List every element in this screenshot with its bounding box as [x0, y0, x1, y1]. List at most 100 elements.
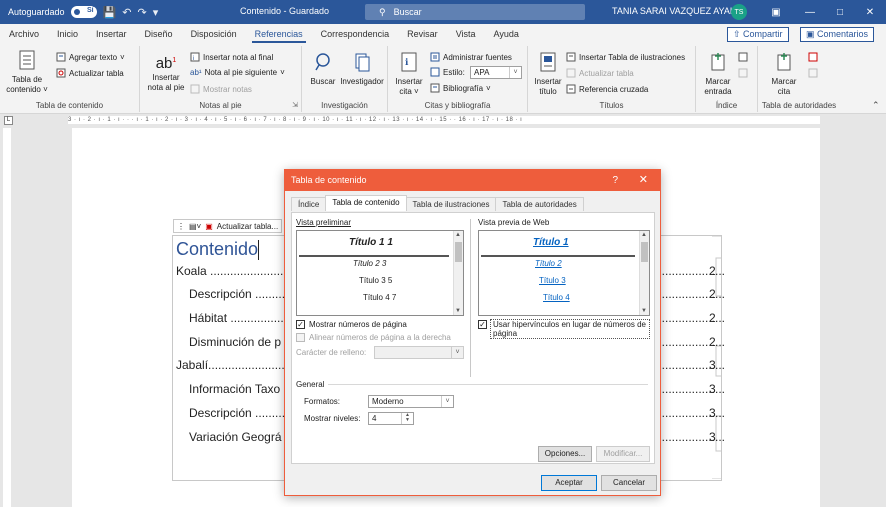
tab-disposicion[interactable]: Disposición [182, 24, 246, 44]
insert-table-figures-button[interactable]: Insertar Tabla de ilustraciones [566, 52, 685, 62]
show-levels-spinner[interactable]: 4 ▲ ▼ [368, 412, 414, 425]
manage-sources-button[interactable]: Administrar fuentes [430, 52, 512, 62]
ok-button[interactable]: Aceptar [541, 475, 597, 491]
update-table-figures-button[interactable]: Actualizar tabla [566, 68, 634, 78]
cross-reference-button[interactable]: Referencia cruzada [566, 84, 648, 94]
toc-control-toolbar: ⋮ ▤˅ ▣ Actualizar tabla... [173, 219, 283, 233]
mark-entry-button[interactable]: Marcar entrada [700, 52, 736, 97]
group-label-footnotes: Notas al pie [199, 101, 242, 110]
insert-endnote-button[interactable]: i Insertar nota al final [190, 52, 273, 62]
preview-heading-4: Título 4 7 [363, 293, 397, 302]
tab-insertar[interactable]: Insertar [87, 24, 136, 44]
align-page-numbers-checkbox[interactable] [296, 333, 305, 342]
tab-revisar[interactable]: Revisar [398, 24, 447, 44]
tab-tabla-ilustraciones[interactable]: Tabla de ilustraciones [405, 197, 497, 211]
insert-caption-button[interactable]: Insertar título [532, 52, 564, 97]
ribbon-display-options-icon[interactable]: ▣ [762, 3, 790, 21]
table-figures-icon [566, 52, 576, 62]
group-research: Buscar Investigador Investigación [302, 46, 388, 112]
tab-tabla-contenido[interactable]: Tabla de contenido [325, 195, 407, 211]
group-label-research: Investigación [321, 101, 368, 110]
modify-button[interactable]: Modificar... [596, 446, 650, 462]
search-button[interactable]: Buscar [306, 52, 340, 87]
preview-divider [299, 255, 449, 257]
group-captions: Insertar título Insertar Tabla de ilustr… [528, 46, 696, 112]
print-preview-scrollbar[interactable]: ▲ ▼ [453, 231, 463, 315]
toc-entry[interactable]: Información Taxo [189, 382, 280, 396]
show-notes-button[interactable]: Mostrar notas [190, 84, 252, 94]
toc-heading[interactable]: Contenido [176, 239, 258, 260]
toc-update-table-button[interactable]: Actualizar tabla... [217, 222, 278, 231]
close-window-icon[interactable]: ✕ [856, 3, 884, 21]
insert-index-icon [738, 52, 748, 62]
minimize-icon[interactable]: — [796, 3, 824, 21]
bibliography-button[interactable]: Bibliografía ˅ [430, 83, 491, 93]
insert-citation-button[interactable]: ℹ Insertar cita ˅ [392, 52, 426, 97]
next-footnote-button[interactable]: ab¹ Nota al pie siguiente ˅ [190, 68, 285, 77]
chevron-down-icon: ˅ [451, 347, 463, 358]
share-button[interactable]: ⇧ Compartir [727, 27, 789, 42]
group-label-index: Índice [715, 101, 738, 110]
toc-button[interactable]: Tabla de contenido ˅ [4, 50, 50, 95]
update-index-button[interactable] [738, 68, 748, 78]
show-page-numbers-checkbox[interactable]: ✓ [296, 320, 305, 329]
redo-icon[interactable]: ↷ [137, 6, 146, 19]
add-text-button[interactable]: Agregar texto ˅ [56, 52, 125, 62]
mark-citation-button[interactable]: Marcar cita [766, 52, 802, 97]
help-icon[interactable]: ? [612, 170, 618, 191]
document-title[interactable]: Contenido - Guardado [240, 6, 329, 16]
save-icon[interactable]: 💾 [103, 6, 117, 19]
researcher-button[interactable]: Investigador [338, 52, 386, 87]
footnotes-dialog-launcher-icon[interactable]: ⇲ [292, 101, 298, 109]
web-preview-label: Vista previa de Web [478, 218, 550, 227]
autosave-toggle[interactable]: Sí [70, 6, 97, 18]
group-table-of-contents: Tabla de contenido ˅ Agregar texto ˅ Act… [0, 46, 140, 112]
update-authorities-button[interactable] [808, 68, 818, 78]
update-table-button[interactable]: Actualizar tabla [56, 68, 124, 78]
tab-selector-icon[interactable]: L [4, 116, 13, 125]
use-hyperlinks-checkbox[interactable]: ✓ [478, 320, 487, 329]
customize-quick-access-icon[interactable]: ▾ [153, 6, 159, 19]
toc-entry[interactable]: Disminución de p [189, 335, 281, 349]
tab-referencias[interactable]: Referencias [246, 24, 312, 44]
collapse-ribbon-icon[interactable]: ⌃ [872, 100, 880, 111]
close-icon[interactable]: ✕ [639, 170, 648, 191]
tab-ayuda[interactable]: Ayuda [485, 24, 528, 44]
ruler-scale[interactable]: 3 · ı · 2 · ı · 1 · ı · · · ı · 1 · ı · … [68, 116, 820, 124]
tab-archivo[interactable]: Archivo [0, 24, 48, 44]
options-button[interactable]: Opciones... [538, 446, 592, 462]
tab-inicio[interactable]: Inicio [48, 24, 87, 44]
tab-tabla-autoridades[interactable]: Tabla de autoridades [495, 197, 584, 211]
maximize-icon[interactable]: □ [826, 3, 854, 21]
web-preview-scrollbar[interactable]: ▲ ▼ [639, 231, 649, 315]
toc-menu-icon[interactable]: ▤˅ [189, 222, 201, 231]
tab-vista[interactable]: Vista [447, 24, 485, 44]
vertical-ruler[interactable] [3, 128, 11, 507]
style-dropdown[interactable]: APA ˅ [470, 66, 522, 79]
search-box[interactable]: ⚲ Buscar [365, 4, 585, 20]
user-name[interactable]: TANIA SARAI VAZQUEZ AYALA [612, 6, 741, 16]
dialog-title-bar[interactable]: Tabla de contenido ? ✕ [285, 170, 660, 191]
comments-button[interactable]: ▣ Comentarios [800, 27, 875, 42]
tab-diseno[interactable]: Diseño [136, 24, 182, 44]
style-icon [430, 67, 440, 77]
toc-drag-handle-icon[interactable]: ⋮ [177, 222, 185, 231]
web-preview-divider [481, 255, 635, 257]
formats-dropdown[interactable]: Moderno ˅ [368, 395, 454, 408]
avatar[interactable]: TS [731, 4, 747, 20]
tab-correspondencia[interactable]: Correspondencia [312, 24, 399, 44]
toc-page-number: 3 [709, 430, 716, 444]
insert-footnote-button[interactable]: ab1 Insertar nota al pie [144, 52, 188, 93]
spinner-arrows-icon[interactable]: ▲ ▼ [401, 413, 413, 424]
toc-entry[interactable]: Variación Geográ [189, 430, 282, 444]
cancel-button[interactable]: Cancelar [601, 475, 657, 491]
undo-icon[interactable]: ↶ [122, 6, 131, 19]
web-preview-link-4: Título 4 [543, 293, 570, 302]
insert-index-button[interactable] [738, 52, 748, 62]
tab-leader-dropdown[interactable]: ˅ [374, 346, 464, 359]
search-icon [315, 53, 330, 71]
ribbon: Tabla de contenido ˅ Agregar texto ˅ Act… [0, 44, 886, 114]
insert-authorities-button[interactable] [808, 52, 818, 62]
use-hyperlinks-label: Usar hipervínculos en lugar de números d… [490, 319, 650, 339]
tab-indice[interactable]: Índice [291, 197, 327, 211]
